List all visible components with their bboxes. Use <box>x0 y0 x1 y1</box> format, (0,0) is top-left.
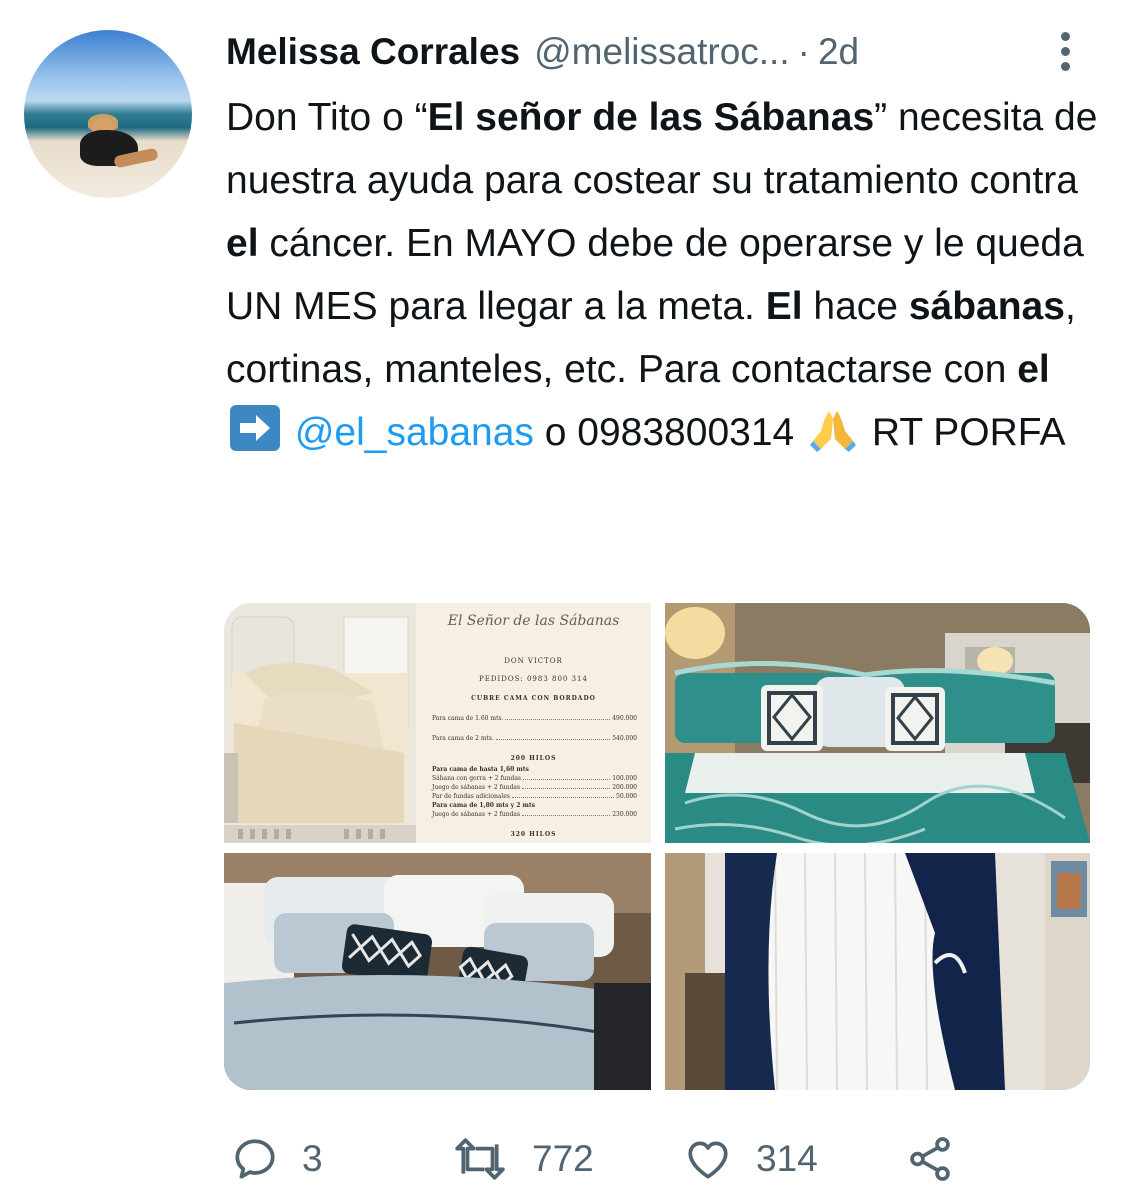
flyer-name: DON VICTOR <box>504 657 563 665</box>
teal-bed-photo[interactable] <box>665 603 1090 843</box>
text-bold: el <box>1017 348 1050 391</box>
price-line: Juego de sábanas + 2 fundas 230.000 <box>432 811 637 818</box>
text-bold: el <box>226 222 259 265</box>
flyer-section: 320 HILOS <box>510 831 557 838</box>
price-line: Juego de sábanas + 2 fundas 200.000 <box>432 784 637 791</box>
share-icon <box>910 1137 950 1181</box>
mention-link[interactable]: @el_sabanas <box>295 411 534 454</box>
flyer-section: 200 HILOS <box>510 755 557 762</box>
tweet-actions: 3 772 314 <box>0 1120 1128 1200</box>
text-bold: El señor de las Sábanas <box>427 96 875 139</box>
price-line: Par de fundas adicionales 50.000 <box>432 793 637 800</box>
author-handle[interactable]: @melissatroc... <box>534 31 790 73</box>
like-count: 314 <box>756 1138 818 1179</box>
reply-icon <box>235 1139 275 1179</box>
gray-bed-photo[interactable] <box>224 853 651 1090</box>
retweet-button[interactable]: 772 <box>450 1134 594 1184</box>
heart-icon <box>688 1141 728 1179</box>
tweet-header: Melissa Corrales @melissatroc... · 2d <box>226 24 859 80</box>
text-bold: El <box>765 285 803 328</box>
flyer-title: El Señor de las Sábanas <box>447 613 620 629</box>
price-line: Para cama de 1,80 mts y 2 mts <box>432 802 535 809</box>
more-icon[interactable] <box>1046 28 1086 74</box>
reply-count: 3 <box>302 1138 323 1179</box>
text-segment: RT PORFA <box>861 411 1066 454</box>
right-arrow-emoji-icon <box>230 405 280 451</box>
retweet-icon <box>455 1138 505 1180</box>
price-line: Para cama de hasta 1,60 mts <box>432 766 529 773</box>
tweet-text: Don Tito o “El señor de las Sábanas” nec… <box>226 86 1106 464</box>
author-name[interactable]: Melissa Corrales <box>226 31 520 73</box>
text-segment: Don Tito o “ <box>226 96 428 139</box>
text-bold: sábanas <box>908 285 1065 328</box>
text-segment: o 0983800314 <box>533 411 806 454</box>
price-line: Sábana con gorra + 2 fundas 100.000 <box>432 775 637 782</box>
folded-hands-emoji-icon <box>810 411 857 452</box>
price-line: Para cama de 2 mts. 540.000 <box>432 735 637 742</box>
reply-button[interactable]: 3 <box>230 1134 323 1184</box>
share-button[interactable] <box>904 1134 956 1184</box>
flyer-section: CUBRE CAMA CON BORDADO <box>471 695 596 702</box>
price-line: Para cama de 1.60 mts. 490.000 <box>432 715 637 722</box>
flyer-image[interactable]: El Señor de las Sábanas DON VICTOR PEDID… <box>224 603 651 843</box>
media-grid[interactable]: El Señor de las Sábanas DON VICTOR PEDID… <box>224 603 1090 1090</box>
curtains-photo[interactable] <box>665 853 1090 1090</box>
like-button[interactable]: 314 <box>682 1134 818 1184</box>
text-segment: hace <box>802 285 909 328</box>
tweet-time[interactable]: 2d <box>818 31 859 73</box>
retweet-count: 772 <box>532 1138 594 1179</box>
avatar[interactable] <box>24 30 192 198</box>
bed-linen-photo <box>224 603 416 843</box>
flyer-phone: PEDIDOS: 0983 800 314 <box>479 675 588 683</box>
price-list: El Señor de las Sábanas DON VICTOR PEDID… <box>416 603 651 843</box>
separator: · <box>797 31 810 72</box>
